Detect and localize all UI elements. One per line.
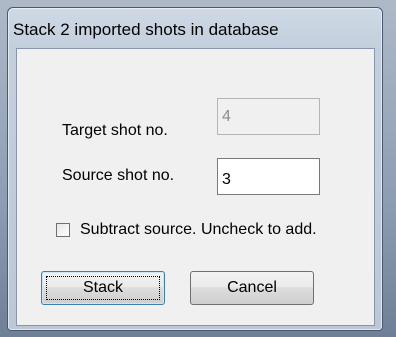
dialog-window: Stack 2 imported shots in database Targe… bbox=[7, 7, 383, 331]
dialog-title: Stack 2 imported shots in database bbox=[13, 20, 279, 39]
dialog-client-area: Target shot no. Source shot no. Subtract… bbox=[16, 48, 375, 326]
source-shot-label: Source shot no. bbox=[62, 167, 175, 184]
cancel-button-label: Cancel bbox=[227, 279, 277, 296]
title-bar[interactable]: Stack 2 imported shots in database bbox=[8, 8, 382, 50]
subtract-source-checkbox[interactable] bbox=[56, 223, 70, 237]
target-shot-label: Target shot no. bbox=[62, 122, 168, 139]
cancel-button[interactable]: Cancel bbox=[190, 271, 314, 305]
target-shot-input bbox=[217, 98, 320, 135]
subtract-source-label: Subtract source. Uncheck to add. bbox=[80, 221, 317, 238]
source-shot-input[interactable] bbox=[217, 158, 320, 195]
stack-button[interactable]: Stack bbox=[41, 271, 165, 305]
stack-button-label: Stack bbox=[82, 279, 123, 296]
